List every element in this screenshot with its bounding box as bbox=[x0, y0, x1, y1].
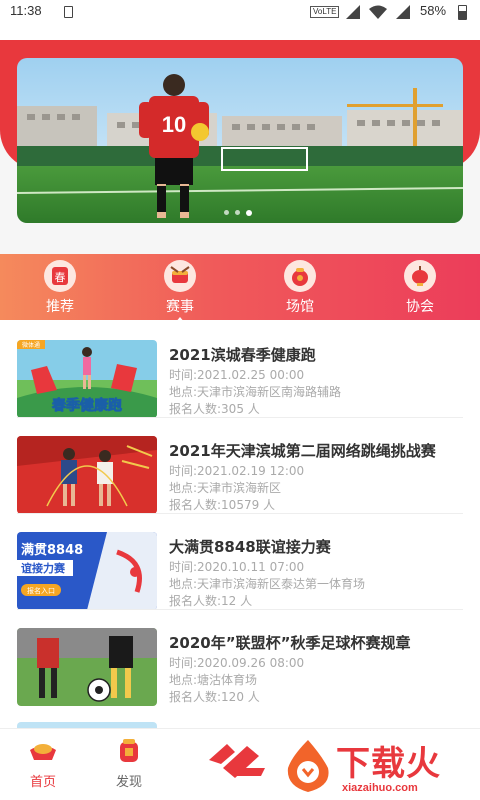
app-logo-icon bbox=[209, 744, 265, 778]
event-signups: 报名人数:12 人 bbox=[169, 594, 253, 608]
jersey-number: 10 bbox=[162, 112, 186, 137]
event-title: 2021滨城春季健康跑 bbox=[169, 346, 316, 364]
banner-pager bbox=[224, 209, 252, 216]
svg-text:满贯8848: 满贯8848 bbox=[21, 542, 83, 558]
pager-dot-active[interactable] bbox=[246, 209, 252, 216]
treasure-jar-icon bbox=[120, 739, 138, 762]
battery-icon bbox=[458, 5, 467, 20]
event-signups: 报名人数:305 人 bbox=[169, 402, 260, 416]
category-associations[interactable]: 协会 bbox=[380, 260, 460, 316]
status-time: 11:38 bbox=[10, 3, 42, 18]
event-title: 大满贯8848联谊接力赛 bbox=[169, 538, 331, 556]
event-time: 时间:2021.02.25 00:00 bbox=[169, 368, 305, 382]
drum-icon bbox=[164, 260, 196, 292]
event-signups: 报名人数:120 人 bbox=[169, 690, 260, 704]
hero-banner[interactable]: 10 bbox=[17, 58, 463, 223]
volte-badge: VoLTE bbox=[310, 6, 340, 18]
tab-home[interactable]: 首页 bbox=[13, 738, 73, 790]
wifi-icon bbox=[369, 5, 387, 19]
event-thumbnail bbox=[17, 436, 157, 514]
svg-text:报名入口: 报名入口 bbox=[27, 586, 55, 595]
lantern-icon bbox=[404, 260, 436, 292]
event-location: 地点:天津市滨海新区泰达第一体育场 bbox=[169, 577, 366, 591]
sim-card-icon bbox=[64, 6, 73, 18]
gold-ingot-icon bbox=[30, 744, 56, 760]
header-spacer bbox=[0, 24, 480, 40]
event-title: 2021年天津滨城第二届网络跳绳挑战赛 bbox=[169, 442, 436, 460]
event-location: 地点:塘沽体育场 bbox=[169, 673, 258, 687]
watermark-url: xiazaihuo.com bbox=[342, 782, 418, 794]
pager-dot[interactable] bbox=[235, 210, 240, 215]
category-nav: 春 推荐 赛事 场馆 协会 bbox=[0, 254, 480, 323]
watermark-flame-icon bbox=[287, 740, 329, 792]
banner-football-image: 10 bbox=[17, 58, 463, 223]
event-thumbnail: 微体通 春季健康跑 bbox=[17, 340, 157, 418]
event-time: 时间:2021.02.19 12:00 bbox=[169, 464, 305, 478]
svg-text:微体通: 微体通 bbox=[22, 341, 40, 349]
event-time: 时间:2020.09.26 08:00 bbox=[169, 656, 305, 670]
watermark-brand: 下载火 bbox=[336, 744, 441, 784]
event-location: 地点:天津市滨海新区南海路辅路 bbox=[169, 385, 342, 399]
svg-text:谊接力赛: 谊接力赛 bbox=[21, 561, 66, 575]
svg-text:春: 春 bbox=[55, 271, 66, 284]
status-bar: 11:38 VoLTE 58% bbox=[0, 0, 480, 24]
list-item[interactable]: 2020年”联盟杯”秋季足球杯赛规章 时间:2020.09.26 08:00 地… bbox=[0, 608, 480, 706]
event-time: 时间:2020.10.11 07:00 bbox=[169, 560, 305, 574]
list-item[interactable]: 2021年天津滨城第二届网络跳绳挑战赛 时间:2021.02.19 12:00 … bbox=[0, 416, 480, 514]
gift-bag-icon bbox=[284, 260, 316, 292]
category-recommend[interactable]: 春 推荐 bbox=[20, 260, 100, 316]
tab-discover[interactable]: 发现 bbox=[99, 738, 159, 790]
category-events[interactable]: 赛事 bbox=[140, 260, 220, 323]
event-list[interactable]: 微体通 春季健康跑 2021滨城春季健康跑 时间:2021.02.25 00:0… bbox=[0, 320, 480, 728]
event-thumbnail: 满贯8848 谊接力赛 报名入口 bbox=[17, 532, 157, 610]
pager-dot[interactable] bbox=[224, 210, 229, 215]
event-title: 2020年”联盟杯”秋季足球杯赛规章 bbox=[169, 634, 411, 652]
spring-envelope-icon: 春 bbox=[44, 260, 76, 292]
battery-percent: 58% bbox=[420, 3, 447, 18]
category-venues[interactable]: 场馆 bbox=[260, 260, 340, 316]
cell-signal-icon bbox=[346, 5, 360, 19]
event-thumbnail bbox=[17, 628, 157, 706]
event-signups: 报名人数:10579 人 bbox=[169, 498, 276, 512]
list-item[interactable]: 满贯8848 谊接力赛 报名入口 大满贯8848联谊接力赛 时间:2020.10… bbox=[0, 512, 480, 610]
list-item[interactable]: 微体通 春季健康跑 2021滨城春季健康跑 时间:2021.02.25 00:0… bbox=[0, 320, 480, 418]
event-location: 地点:天津市滨海新区 bbox=[169, 481, 282, 495]
svg-text:春季健康跑: 春季健康跑 bbox=[51, 397, 122, 414]
cell-signal-2-icon bbox=[396, 5, 410, 19]
